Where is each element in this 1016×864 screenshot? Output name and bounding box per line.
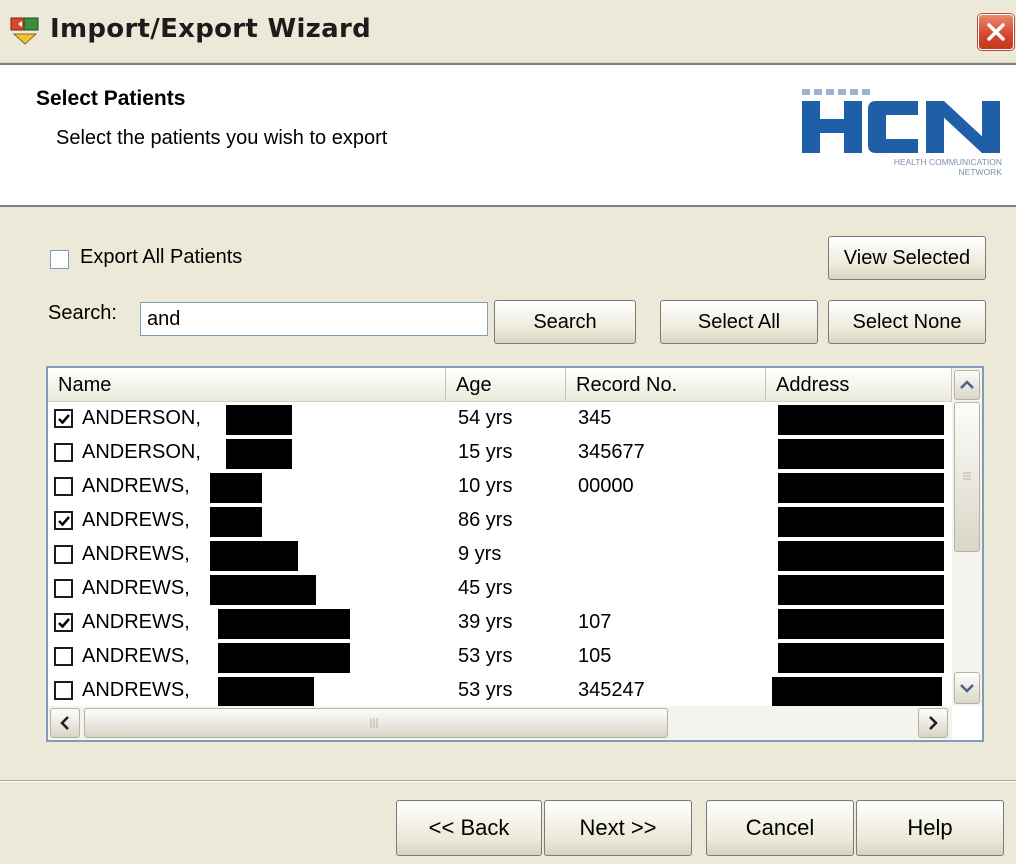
redacted-first-name	[218, 643, 350, 673]
redacted-address	[778, 507, 944, 537]
cell-name: ANDERSON,	[82, 441, 201, 463]
column-header-address[interactable]: Address	[766, 368, 952, 402]
cell-name: ANDREWS,	[82, 509, 190, 531]
cancel-button[interactable]: Cancel	[706, 800, 854, 856]
redacted-first-name	[218, 609, 350, 639]
cell-age: 54 yrs	[458, 407, 513, 429]
redacted-address	[778, 643, 944, 673]
cell-name: ANDREWS,	[82, 577, 190, 599]
column-header-age[interactable]: Age	[446, 368, 566, 402]
redacted-first-name	[210, 507, 262, 537]
scroll-left-icon[interactable]	[50, 708, 80, 738]
hcn-logo: HEALTH COMMUNICATION NETWORK	[800, 85, 1004, 181]
row-checkbox[interactable]	[54, 409, 73, 428]
redacted-first-name	[210, 473, 262, 503]
help-button[interactable]: Help	[856, 800, 1004, 856]
vertical-scroll-thumb[interactable]	[954, 402, 980, 552]
row-checkbox[interactable]	[54, 511, 73, 530]
cell-age: 53 yrs	[458, 679, 513, 701]
row-checkbox[interactable]	[54, 579, 73, 598]
row-checkbox[interactable]	[54, 647, 73, 666]
window-title: Import/Export Wizard	[50, 14, 371, 44]
cell-record-no: 00000	[578, 475, 634, 497]
row-checkbox[interactable]	[54, 545, 73, 564]
wizard-header: Select Patients Select the patients you …	[0, 63, 1016, 207]
patients-list[interactable]: Name Age Record No. Address ANDERSON, 54 …	[46, 366, 984, 742]
cell-record-no: 345677	[578, 441, 645, 463]
cell-age: 86 yrs	[458, 509, 513, 531]
cell-age: 53 yrs	[458, 645, 513, 667]
table-row[interactable]: ANDREWS, 53 yrs 345247	[48, 674, 950, 708]
back-button[interactable]: << Back	[396, 800, 542, 856]
cell-age: 15 yrs	[458, 441, 513, 463]
page-subtitle: Select the patients you wish to export	[56, 127, 388, 149]
column-header-record[interactable]: Record No.	[566, 368, 766, 402]
scroll-up-icon[interactable]	[954, 370, 980, 400]
cell-record-no: 345247	[578, 679, 645, 701]
export-all-checkbox[interactable]	[50, 250, 69, 269]
close-button[interactable]	[978, 14, 1014, 50]
cell-age: 39 yrs	[458, 611, 513, 633]
table-row[interactable]: ANDREWS, 39 yrs 107	[48, 606, 950, 640]
cell-age: 9 yrs	[458, 543, 502, 565]
cell-name: ANDREWS,	[82, 679, 190, 701]
cell-record-no: 345	[578, 407, 612, 429]
row-checkbox[interactable]	[54, 613, 73, 632]
svg-text:NETWORK: NETWORK	[959, 167, 1003, 177]
cell-record-no: 105	[578, 645, 612, 667]
redacted-address	[778, 439, 944, 469]
redacted-address	[778, 473, 944, 503]
redacted-first-name	[226, 405, 292, 435]
cell-name: ANDERSON,	[82, 407, 201, 429]
page-title: Select Patients	[36, 87, 186, 110]
table-row[interactable]: ANDERSON, 54 yrs 345	[48, 402, 950, 436]
svg-text:HEALTH COMMUNICATION: HEALTH COMMUNICATION	[894, 157, 1002, 167]
table-row[interactable]: ANDREWS, 86 yrs	[48, 504, 950, 538]
column-header-name[interactable]: Name	[48, 368, 446, 402]
row-checkbox[interactable]	[54, 443, 73, 462]
row-checkbox[interactable]	[54, 681, 73, 700]
scroll-right-icon[interactable]	[918, 708, 948, 738]
wizard-app-icon	[10, 16, 40, 46]
cell-name: ANDREWS,	[82, 543, 190, 565]
table-row[interactable]: ANDERSON, 15 yrs 345677	[48, 436, 950, 470]
close-icon	[987, 23, 1005, 41]
cell-name: ANDREWS,	[82, 645, 190, 667]
redacted-address	[778, 609, 944, 639]
redacted-first-name	[210, 575, 316, 605]
table-row[interactable]: ANDREWS, 10 yrs 00000	[48, 470, 950, 504]
redacted-address	[778, 405, 944, 435]
cell-age: 10 yrs	[458, 475, 513, 497]
cell-record-no: 107	[578, 611, 612, 633]
table-row[interactable]: ANDREWS, 53 yrs 105	[48, 640, 950, 674]
search-button[interactable]: Search	[494, 300, 636, 344]
horizontal-scroll-thumb[interactable]	[84, 708, 668, 738]
title-bar: Import/Export Wizard	[0, 0, 1016, 63]
vertical-scrollbar[interactable]	[952, 368, 982, 706]
search-input[interactable]	[140, 302, 488, 336]
table-row[interactable]: ANDREWS, 45 yrs	[48, 572, 950, 606]
view-selected-button[interactable]: View Selected	[828, 236, 986, 280]
select-all-button[interactable]: Select All	[660, 300, 818, 344]
cell-name: ANDREWS,	[82, 475, 190, 497]
footer-divider-highlight	[0, 781, 1016, 782]
table-row[interactable]: ANDREWS, 9 yrs	[48, 538, 950, 572]
export-all-label: Export All Patients	[80, 246, 243, 268]
redacted-address	[778, 541, 944, 571]
cell-age: 45 yrs	[458, 577, 513, 599]
row-checkbox[interactable]	[54, 477, 73, 496]
horizontal-scrollbar[interactable]	[48, 706, 952, 740]
search-label: Search:	[48, 302, 117, 324]
select-none-button[interactable]: Select None	[828, 300, 986, 344]
redacted-first-name	[210, 541, 298, 571]
next-button[interactable]: Next >>	[544, 800, 692, 856]
redacted-first-name	[226, 439, 292, 469]
redacted-first-name	[218, 677, 314, 707]
redacted-address	[778, 575, 944, 605]
redacted-address	[772, 677, 942, 707]
cell-name: ANDREWS,	[82, 611, 190, 633]
scroll-down-icon[interactable]	[954, 672, 980, 704]
